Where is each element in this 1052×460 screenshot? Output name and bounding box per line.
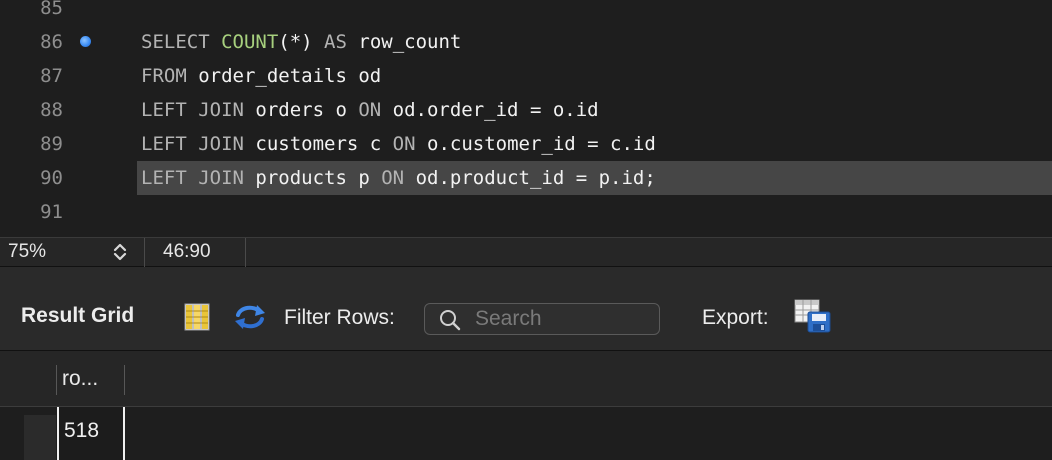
sql-editor[interactable]: 85 86 SELECT COUNT(*) AS row_count 87 FROM o… [0, 0, 1052, 237]
column-header-row-count[interactable]: ro... [62, 351, 98, 407]
code-line[interactable]: 86 SELECT COUNT(*) AS row_count [0, 25, 1052, 59]
status-divider [245, 238, 246, 267]
statement-marker-icon[interactable] [80, 36, 91, 47]
code-token: od.product_id = p.id; [415, 167, 656, 189]
code-token: LEFT JOIN [141, 133, 256, 155]
editor-status-bar: 75% 46:90 [0, 237, 1052, 267]
line-number: 89 [40, 133, 63, 155]
sql-editor-app: 85 86 SELECT COUNT(*) AS row_count 87 FROM o… [0, 0, 1052, 460]
code-line[interactable]: 90 LEFT JOIN products p ON od.product_id … [0, 161, 1052, 195]
code-token: ON [358, 99, 393, 121]
line-number: 85 [40, 0, 63, 19]
line-number: 90 [40, 167, 63, 189]
grid-toggle-icon[interactable] [184, 303, 210, 331]
status-divider [144, 238, 145, 267]
filter-search-input[interactable] [475, 307, 655, 331]
table-cell-selected[interactable]: 518 [57, 407, 125, 460]
export-icon[interactable] [794, 299, 832, 333]
result-toolbar: Result Grid Filter Rows: Ex [0, 267, 1052, 351]
code-text: FROM order_details od [141, 59, 381, 93]
zoom-stepper-icon[interactable] [108, 240, 132, 264]
code-token: LEFT JOIN [141, 99, 256, 121]
filter-search-box[interactable] [424, 303, 660, 335]
code-line[interactable]: 91 [0, 195, 1052, 229]
code-text: SELECT COUNT(*) AS row_count [141, 25, 461, 59]
code-line[interactable]: 85 [0, 0, 1052, 25]
header-divider[interactable] [56, 365, 57, 395]
code-token: od.order_id = o.id [392, 99, 599, 121]
result-grid-title: Result Grid [21, 304, 135, 327]
code-line[interactable]: 88 LEFT JOIN orders o ON od.order_id = o.… [0, 93, 1052, 127]
code-token: ON [381, 167, 416, 189]
code-token: customers c [255, 133, 393, 155]
code-token: ON [392, 133, 427, 155]
code-token: SELECT [141, 31, 222, 53]
line-number: 91 [40, 201, 63, 223]
line-number: 88 [40, 99, 63, 121]
code-text: LEFT JOIN customers c ON o.customer_id =… [141, 127, 656, 161]
code-token: order_details od [198, 65, 382, 87]
row-selector[interactable] [24, 415, 56, 460]
code-token: row_count [358, 31, 462, 53]
cursor-position: 46:90 [163, 241, 211, 262]
refresh-icon[interactable] [233, 303, 267, 331]
export-label: Export: [702, 306, 769, 329]
code-token: COUNT [221, 31, 279, 53]
filter-rows-label: Filter Rows: [284, 306, 395, 329]
cell-value: 518 [64, 419, 100, 442]
code-line[interactable]: 87 FROM order_details od [0, 59, 1052, 93]
code-token: o.customer_id = c.id [427, 133, 656, 155]
code-token: FROM [141, 65, 199, 87]
header-divider[interactable] [124, 365, 125, 395]
code-token: (*) [278, 31, 325, 53]
code-token: products p [255, 167, 382, 189]
line-number: 86 [40, 31, 63, 53]
line-number: 87 [40, 65, 63, 87]
search-icon [440, 310, 461, 331]
zoom-level[interactable]: 75% [8, 238, 46, 266]
grid-header: ro... [0, 351, 1052, 407]
code-token: LEFT JOIN [141, 167, 256, 189]
code-text: LEFT JOIN products p ON od.product_id = … [141, 161, 656, 195]
code-token: orders o [255, 99, 359, 121]
table-row[interactable]: 518 [0, 407, 1052, 460]
code-token: AS [324, 31, 359, 53]
code-text: LEFT JOIN orders o ON od.order_id = o.id [141, 93, 599, 127]
code-line[interactable]: 89 LEFT JOIN customers c ON o.customer_id… [0, 127, 1052, 161]
result-grid: ro... 518 [0, 351, 1052, 460]
